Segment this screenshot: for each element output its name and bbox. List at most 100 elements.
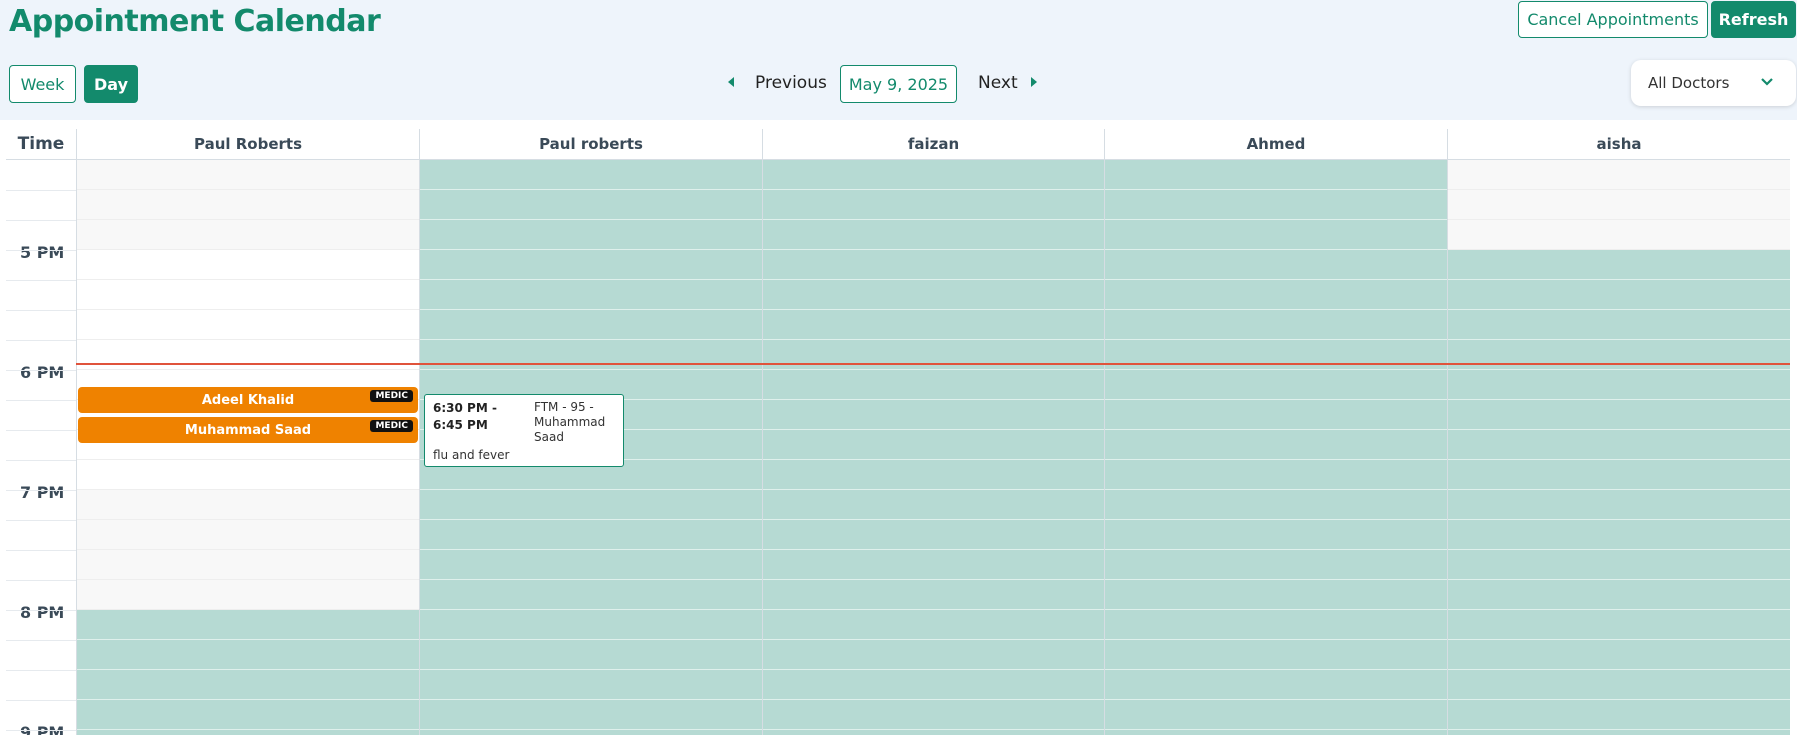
time-slot[interactable] (77, 250, 419, 280)
time-slot[interactable] (420, 250, 762, 280)
time-slot[interactable] (1105, 310, 1447, 340)
time-slot[interactable] (420, 730, 762, 735)
time-slot[interactable] (1448, 280, 1790, 310)
time-slot[interactable] (77, 640, 419, 670)
time-slot[interactable] (763, 250, 1104, 280)
time-slot[interactable] (77, 310, 419, 340)
appointment-block[interactable]: Adeel Khalid MEDIC (78, 387, 418, 413)
time-slot[interactable] (1105, 430, 1447, 460)
cancel-appointments-button[interactable]: Cancel Appointments (1518, 1, 1708, 38)
previous-caret-icon[interactable] (728, 77, 734, 87)
time-slot[interactable] (763, 550, 1104, 580)
previous-button[interactable]: Previous (755, 73, 827, 93)
doctor-filter-select[interactable]: All Doctors (1631, 60, 1796, 106)
time-slot[interactable] (763, 610, 1104, 640)
time-slot[interactable] (420, 160, 762, 190)
time-slot[interactable] (763, 160, 1104, 190)
time-slot[interactable] (1448, 520, 1790, 550)
current-date-button[interactable]: May 9, 2025 (840, 65, 957, 103)
time-slot[interactable] (1105, 460, 1447, 490)
time-slot[interactable] (763, 400, 1104, 430)
time-slot[interactable] (1448, 670, 1790, 700)
time-slot[interactable] (763, 490, 1104, 520)
time-slot[interactable] (1448, 550, 1790, 580)
time-slot[interactable] (763, 190, 1104, 220)
time-slot[interactable] (77, 190, 419, 220)
time-slot[interactable] (1105, 580, 1447, 610)
time-slot[interactable] (763, 310, 1104, 340)
time-slot[interactable] (1105, 280, 1447, 310)
time-slot[interactable] (77, 460, 419, 490)
time-slot[interactable] (1448, 640, 1790, 670)
time-slot[interactable] (1105, 370, 1447, 400)
time-slot[interactable] (1448, 730, 1790, 735)
time-slot[interactable] (77, 220, 419, 250)
time-slot[interactable] (763, 460, 1104, 490)
time-slot[interactable] (77, 670, 419, 700)
time-slot[interactable] (1105, 160, 1447, 190)
time-slot[interactable] (77, 730, 419, 735)
time-slot[interactable] (77, 610, 419, 640)
time-slot[interactable] (1105, 520, 1447, 550)
time-slot[interactable] (763, 670, 1104, 700)
time-slot[interactable] (77, 340, 419, 370)
time-slot[interactable] (1448, 490, 1790, 520)
time-slot[interactable] (1105, 730, 1447, 735)
time-slot[interactable] (77, 520, 419, 550)
time-slot[interactable] (1105, 220, 1447, 250)
next-button[interactable]: Next (978, 73, 1018, 93)
time-slot[interactable] (1448, 250, 1790, 280)
time-slot[interactable] (1448, 310, 1790, 340)
time-slot[interactable] (1448, 160, 1790, 190)
next-caret-icon[interactable] (1031, 77, 1037, 87)
refresh-button[interactable]: Refresh (1711, 1, 1796, 38)
time-slot[interactable] (1448, 370, 1790, 400)
time-slot[interactable] (1105, 250, 1447, 280)
time-slot[interactable] (420, 670, 762, 700)
time-slot[interactable] (1448, 430, 1790, 460)
time-slot[interactable] (1105, 670, 1447, 700)
view-day-button[interactable]: Day (84, 65, 138, 103)
time-slot[interactable] (420, 280, 762, 310)
time-slot[interactable] (420, 340, 762, 370)
time-slot[interactable] (77, 490, 419, 520)
time-slot[interactable] (77, 700, 419, 730)
time-slot[interactable] (77, 550, 419, 580)
time-slot[interactable] (1448, 220, 1790, 250)
time-slot[interactable] (1105, 340, 1447, 370)
time-slot[interactable] (1105, 190, 1447, 220)
time-slot[interactable] (77, 160, 419, 190)
time-slot[interactable] (1448, 340, 1790, 370)
time-slot[interactable] (420, 550, 762, 580)
time-slot[interactable] (1448, 610, 1790, 640)
time-slot[interactable] (1105, 610, 1447, 640)
time-slot[interactable] (763, 640, 1104, 670)
time-slot[interactable] (77, 280, 419, 310)
time-slot[interactable] (420, 580, 762, 610)
time-slot[interactable] (420, 700, 762, 730)
appointment-block[interactable]: Muhammad Saad MEDIC (78, 417, 418, 443)
time-slot[interactable] (763, 340, 1104, 370)
time-slot[interactable] (763, 520, 1104, 550)
time-slot[interactable] (1105, 550, 1447, 580)
time-slot[interactable] (763, 580, 1104, 610)
time-slot[interactable] (420, 610, 762, 640)
time-slot[interactable] (1105, 490, 1447, 520)
time-slot[interactable] (763, 700, 1104, 730)
time-slot[interactable] (1448, 400, 1790, 430)
time-slot[interactable] (1105, 400, 1447, 430)
time-slot[interactable] (1105, 700, 1447, 730)
time-slot[interactable] (1448, 580, 1790, 610)
time-slot[interactable] (420, 220, 762, 250)
time-slot[interactable] (763, 280, 1104, 310)
time-slot[interactable] (1105, 640, 1447, 670)
time-slot[interactable] (763, 370, 1104, 400)
time-slot[interactable] (763, 730, 1104, 735)
time-slot[interactable] (1448, 190, 1790, 220)
time-slot[interactable] (420, 310, 762, 340)
time-slot[interactable] (1448, 460, 1790, 490)
time-slot[interactable] (763, 220, 1104, 250)
time-slot[interactable] (420, 490, 762, 520)
time-slot[interactable] (420, 640, 762, 670)
time-slot[interactable] (763, 430, 1104, 460)
